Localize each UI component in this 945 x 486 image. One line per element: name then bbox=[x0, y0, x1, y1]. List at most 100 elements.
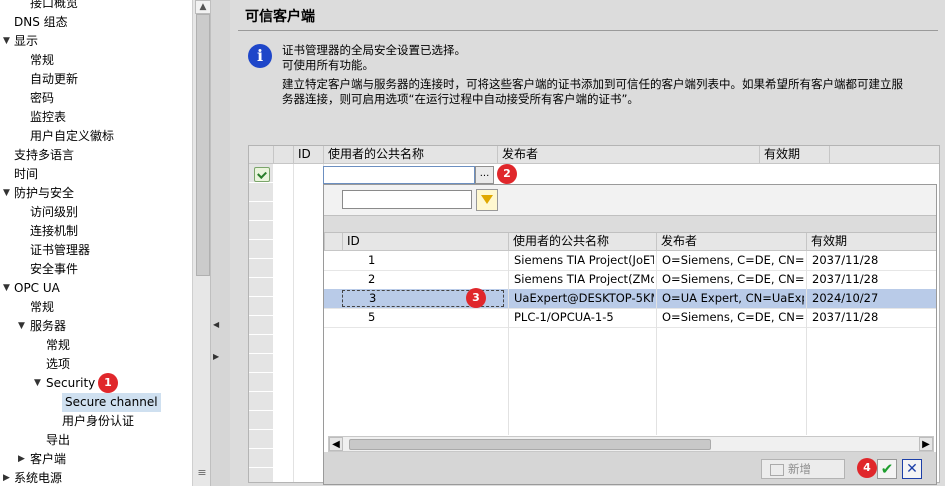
cell-issuer: O=Siemens, C=DE, CN=Si... bbox=[662, 310, 804, 324]
tree-item-label: 选项 bbox=[46, 357, 71, 371]
grid-line bbox=[806, 251, 807, 435]
scroll-thumb[interactable] bbox=[196, 14, 210, 276]
tree-item-label: Security bbox=[46, 376, 96, 390]
tree-item-label: 时间 bbox=[14, 167, 39, 181]
tree-item-label: 客户端 bbox=[30, 452, 67, 466]
cell-subject: PLC-1/OPCUA-1-5 bbox=[514, 310, 614, 324]
tree-item-label: 支持多语言 bbox=[14, 148, 75, 162]
add-button[interactable]: 新增 bbox=[761, 459, 845, 479]
grid-line bbox=[508, 251, 509, 435]
callout-badge-3: 3 bbox=[466, 288, 486, 308]
picker-hscrollbar[interactable]: ◀ ▶ bbox=[328, 436, 934, 452]
col-subject[interactable]: 使用者的公共名称 bbox=[323, 146, 498, 163]
tree-item-label: 访问级别 bbox=[30, 205, 79, 219]
tree-item-label: 用户自定义徽标 bbox=[30, 129, 115, 143]
tree-item-label: 自动更新 bbox=[30, 72, 79, 86]
filter-icon[interactable] bbox=[476, 189, 498, 211]
col-issuer[interactable]: 发布者 bbox=[497, 146, 760, 163]
tree-scrollbar[interactable]: ▲ ≡ bbox=[192, 0, 211, 486]
subject-edit-field[interactable] bbox=[323, 166, 475, 184]
certificate-icon bbox=[254, 167, 270, 182]
table-row[interactable]: 2 Siemens TIA Project(ZMc... O=Siemens, C=… bbox=[324, 270, 936, 290]
callout-badge-2: 2 bbox=[497, 164, 517, 184]
tree-item-label: 显示 bbox=[14, 34, 39, 48]
group-bar bbox=[324, 215, 936, 233]
info-text-3: 建立特定客户端与服务器的连接时，可将这些客户端的证书添加到可信任的客户端列表中。… bbox=[282, 77, 903, 91]
scroll-left-icon[interactable]: ◀ bbox=[329, 437, 343, 451]
cell-id: 1 bbox=[368, 253, 376, 267]
filter-input[interactable] bbox=[342, 190, 472, 209]
page-title: 可信客户端 bbox=[245, 9, 315, 25]
cell-subject: Siemens TIA Project(JoET... bbox=[514, 253, 654, 267]
cell-subject: UaExpert@DESKTOP-5KM... bbox=[514, 291, 654, 305]
tree-item-label: 安全事件 bbox=[30, 262, 79, 276]
tree-item-label: 常规 bbox=[30, 300, 55, 314]
expanded-icon[interactable]: ▼ bbox=[18, 317, 28, 336]
tree-item-label: 用户身份认证 bbox=[62, 414, 135, 428]
cell-validity: 2037/11/28 bbox=[812, 272, 879, 286]
add-icon bbox=[770, 463, 784, 476]
grid-line bbox=[293, 164, 294, 482]
project-tree: 接口概览 DNS 组态 ▼ 显示 常规 自动更新 密码 监控表 用户自定义徽标 支持多语言 时间 ▼ 防… bbox=[0, 0, 192, 486]
confirm-button[interactable]: ✔ bbox=[877, 459, 897, 479]
callout-badge-4: 4 bbox=[857, 458, 877, 478]
scroll-up-icon[interactable]: ▲ bbox=[195, 0, 211, 14]
tree-item-label: 系统电源 bbox=[14, 471, 63, 485]
certificate-picker: ID 使用者的公共名称 发布者 有效期 1 Siemens TIA Project… bbox=[323, 184, 937, 485]
tree-item-label: OPC UA bbox=[14, 281, 60, 295]
callout-badge-1: 1 bbox=[98, 373, 118, 393]
table-row[interactable]: 3 UaExpert@DESKTOP-5KM... O=UA Expert, CN=… bbox=[324, 289, 936, 309]
hscroll-thumb[interactable] bbox=[349, 439, 711, 450]
expanded-icon[interactable]: ▼ bbox=[3, 279, 13, 298]
info-text-1: 证书管理器的全局安全设置已选择。 bbox=[282, 43, 466, 57]
tree-item-label: 证书管理器 bbox=[30, 243, 91, 257]
grip-icon[interactable]: ≡ bbox=[196, 466, 208, 479]
grid-line bbox=[656, 251, 657, 435]
picker-col-subject[interactable]: 使用者的公共名称 bbox=[508, 233, 657, 250]
cell-issuer: O=Siemens, C=DE, CN=Si... bbox=[662, 272, 804, 286]
col-validity[interactable]: 有效期 bbox=[759, 146, 830, 163]
tree-item-label: 常规 bbox=[30, 53, 55, 67]
cell-validity: 2037/11/28 bbox=[812, 310, 879, 324]
table-header: ID 使用者的公共名称 发布者 有效期 bbox=[249, 146, 939, 164]
cell-issuer: O=Siemens, C=DE, CN=Si... bbox=[662, 253, 804, 267]
tree-item-label: DNS 组态 bbox=[14, 15, 68, 29]
cell-issuer: O=UA Expert, CN=UaExp... bbox=[662, 291, 804, 305]
picker-col-issuer[interactable]: 发布者 bbox=[656, 233, 807, 250]
picker-header: ID 使用者的公共名称 发布者 有效期 bbox=[324, 233, 936, 251]
scroll-right-icon[interactable]: ▶ bbox=[919, 437, 933, 451]
table-row[interactable]: 5 PLC-1/OPCUA-1-5 O=Siemens, C=DE, CN=Si..… bbox=[324, 308, 936, 328]
tree-item-label: Secure channel bbox=[62, 393, 161, 412]
picker-col-id[interactable]: ID bbox=[342, 233, 509, 250]
browse-button[interactable]: ... bbox=[475, 166, 494, 184]
title-divider bbox=[238, 30, 938, 31]
expanded-icon[interactable]: ▼ bbox=[3, 184, 13, 203]
expand-right-icon[interactable]: ▶ bbox=[213, 352, 219, 361]
tree-item-label: 密码 bbox=[30, 91, 55, 105]
cell-id: 5 bbox=[368, 310, 376, 324]
tree-item-label: 接口概览 bbox=[30, 0, 79, 10]
tree-item-label: 导出 bbox=[46, 433, 71, 447]
filter-bar bbox=[324, 185, 936, 215]
collapsed-icon[interactable]: ▶ bbox=[3, 469, 13, 486]
table-row[interactable]: 1 Siemens TIA Project(JoET... O=Siemens, C… bbox=[324, 251, 936, 271]
expanded-icon[interactable]: ▼ bbox=[34, 374, 44, 393]
pane-splitter[interactable]: ◀ ▶ bbox=[210, 0, 231, 486]
col-id[interactable]: ID bbox=[293, 146, 324, 163]
cancel-button[interactable]: ✕ bbox=[902, 459, 922, 479]
info-text-4: 务器连接，则可启用选项“在运行过程中自动接受所有客户端的证书”。 bbox=[282, 92, 639, 106]
cell-validity: 2037/11/28 bbox=[812, 253, 879, 267]
picker-col-validity[interactable]: 有效期 bbox=[806, 233, 937, 250]
properties-panel: 可信客户端 i 证书管理器的全局安全设置已选择。 可使用所有功能。 建立特定客户… bbox=[230, 0, 945, 486]
collapse-left-icon[interactable]: ◀ bbox=[213, 320, 219, 329]
tree-item-label: 监控表 bbox=[30, 110, 67, 124]
info-icon: i bbox=[248, 44, 272, 68]
tree-item-label: 服务器 bbox=[30, 319, 67, 333]
cell-id: 2 bbox=[368, 272, 376, 286]
row-header-column bbox=[249, 164, 273, 482]
collapsed-icon[interactable]: ▶ bbox=[18, 450, 28, 469]
info-text-2: 可使用所有功能。 bbox=[282, 58, 374, 72]
expanded-icon[interactable]: ▼ bbox=[3, 32, 13, 51]
tree-item-label: 防护与安全 bbox=[14, 186, 75, 200]
cell-validity: 2024/10/27 bbox=[812, 291, 879, 305]
